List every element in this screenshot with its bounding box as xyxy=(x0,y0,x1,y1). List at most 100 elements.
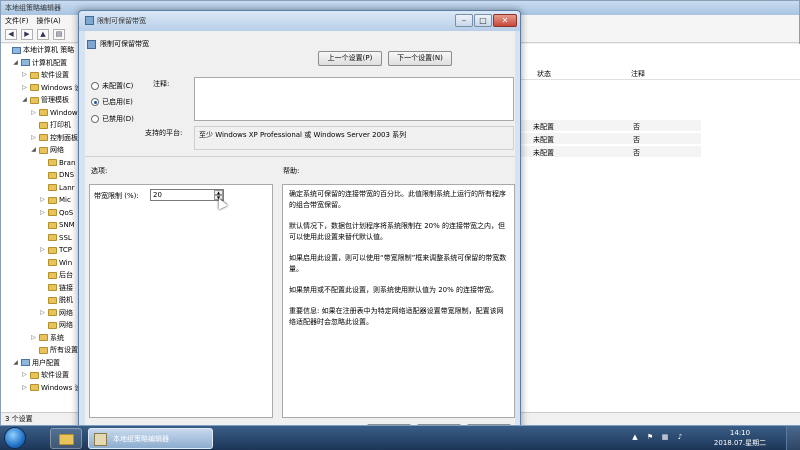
up-icon[interactable]: ▲ xyxy=(37,29,49,40)
forward-icon[interactable]: ▶ xyxy=(21,29,33,40)
tree-item-label: 链接 xyxy=(59,283,73,292)
tree-item[interactable]: ◢ 网络 xyxy=(1,144,80,157)
tree-item[interactable]: ▷ 软件设置 xyxy=(1,69,80,82)
expander-icon[interactable]: ▷ xyxy=(30,107,37,120)
show-tree-icon[interactable]: ▤ xyxy=(53,29,65,40)
radio-not-configured[interactable]: 未配置(C) xyxy=(91,81,133,91)
radio-enabled[interactable]: 已启用(E) xyxy=(91,97,133,107)
tree-item[interactable]: ◢ 用户配置 xyxy=(1,357,80,370)
table-row[interactable]: 未配置 否 xyxy=(521,120,701,132)
close-button[interactable]: ✕ xyxy=(493,14,517,27)
radio-circle[interactable] xyxy=(91,82,99,90)
volume-icon[interactable]: ♪ xyxy=(675,433,685,442)
folder-icon xyxy=(48,171,57,179)
tree-item[interactable]: DNS xyxy=(1,169,80,182)
tree-item[interactable]: ▷ TCP xyxy=(1,244,80,257)
expander-icon[interactable]: ◢ xyxy=(21,94,28,107)
tree-item[interactable]: ▷ 控制面板 xyxy=(1,132,80,145)
table-row[interactable]: 未配置 否 xyxy=(521,133,701,145)
tree-item[interactable]: ▷ Windows 设 xyxy=(1,382,80,395)
radio-circle[interactable] xyxy=(91,115,99,123)
tree-item[interactable]: 后台 xyxy=(1,269,80,282)
gpedit-taskbar-button[interactable]: 本地组策略编辑器 xyxy=(88,428,213,449)
tree-item[interactable]: SSL xyxy=(1,232,80,245)
tree-item[interactable]: 所有设置 xyxy=(1,344,80,357)
tree-item[interactable]: ▷ Mic xyxy=(1,194,80,207)
expander-icon[interactable]: ▷ xyxy=(39,307,46,320)
expander-icon[interactable]: ▷ xyxy=(21,82,28,95)
expander-icon[interactable]: ▷ xyxy=(21,69,28,82)
chevron-up-icon[interactable]: ▲ xyxy=(630,433,640,442)
dialog-titlebar[interactable]: 限制可保留带宽 – □ ✕ xyxy=(79,11,520,31)
expander-icon[interactable]: ◢ xyxy=(30,144,37,157)
tree-item[interactable]: SNM xyxy=(1,219,80,232)
bandwidth-input[interactable]: 20 xyxy=(150,189,224,201)
tree-item[interactable]: ▷ Window xyxy=(1,107,80,120)
tree-item[interactable]: Win xyxy=(1,257,80,270)
tree-item-label: 计算机配置 xyxy=(32,58,67,67)
tree-item-label: 系统 xyxy=(50,333,64,342)
tree-item-label: 控制面板 xyxy=(50,133,78,142)
mouse-cursor-icon xyxy=(214,196,228,210)
maximize-button[interactable]: □ xyxy=(474,14,492,27)
folder-icon xyxy=(39,146,48,154)
tree-item[interactable]: 打印机 xyxy=(1,119,80,132)
next-setting-button[interactable]: 下一个设置(N) xyxy=(388,51,452,66)
gpedit-icon xyxy=(94,433,107,446)
tree-item-label: DNS xyxy=(59,171,75,179)
computer-icon xyxy=(21,359,30,367)
explorer-taskbar-button[interactable] xyxy=(50,428,82,449)
expander-icon[interactable]: ◢ xyxy=(12,57,19,70)
tree-item[interactable]: ▷ 系统 xyxy=(1,332,80,345)
tree-item[interactable]: 网络 xyxy=(1,319,80,332)
column-state[interactable]: 状态 xyxy=(537,69,551,79)
folder-icon xyxy=(48,196,57,204)
column-note[interactable]: 注释 xyxy=(631,69,645,79)
tree-item[interactable]: ◢ 计算机配置 xyxy=(1,57,80,70)
help-paragraph: 默认情况下，数据包计划程序将系统限制在 20% 的连接带宽之内，但可以使用此设置… xyxy=(289,222,506,241)
tree-item[interactable]: 本地计算机 策略 xyxy=(1,44,80,57)
computer-icon xyxy=(12,46,21,54)
comment-field[interactable] xyxy=(194,77,514,121)
expander-icon[interactable]: ▷ xyxy=(39,194,46,207)
radio-circle[interactable] xyxy=(91,98,99,106)
tree-item[interactable]: ▷ 软件设置 xyxy=(1,369,80,382)
expander-icon[interactable]: ▷ xyxy=(30,132,37,145)
tree-item[interactable]: 脱机 xyxy=(1,294,80,307)
clock-time[interactable]: 14:10 xyxy=(710,429,770,437)
folder-icon xyxy=(39,334,48,342)
tree-item[interactable]: ▷ 网络 xyxy=(1,307,80,320)
policy-tree: 本地计算机 策略 ◢ 计算机配置 ▷ 软件设置 ▷ Windows 设 ◢ 管理模板 ▷ Windo… xyxy=(1,44,81,412)
expander-icon[interactable]: ▷ xyxy=(39,207,46,220)
expander-icon[interactable]: ▷ xyxy=(21,369,28,382)
tree-item[interactable]: ▷ Windows 设 xyxy=(1,82,80,95)
tree-item[interactable]: 链接 xyxy=(1,282,80,295)
minimize-button[interactable]: – xyxy=(455,14,473,27)
menu-action[interactable]: 操作(A) xyxy=(37,15,61,27)
network-icon[interactable]: ▦ xyxy=(660,433,670,442)
tree-item[interactable]: Lanr xyxy=(1,182,80,195)
expander-icon[interactable]: ◢ xyxy=(12,357,19,370)
tree-item[interactable]: ▷ QoS xyxy=(1,207,80,220)
show-desktop-button[interactable] xyxy=(786,426,800,450)
expander-icon[interactable]: ▷ xyxy=(21,382,28,395)
menu-file[interactable]: 文件(F) xyxy=(5,15,29,27)
tree-item-label: Bran xyxy=(59,158,76,167)
tree-item-label: 软件设置 xyxy=(41,71,69,79)
table-row[interactable]: 未配置 否 xyxy=(521,146,701,158)
expander-icon[interactable]: ▷ xyxy=(30,332,37,345)
tree-item-label: Windows 设 xyxy=(41,383,81,392)
tree-item-label: 网络 xyxy=(59,308,73,317)
back-icon[interactable]: ◀ xyxy=(5,29,17,40)
folder-icon xyxy=(48,321,57,329)
tree-item[interactable]: ◢ 管理模板 xyxy=(1,94,80,107)
expander-icon[interactable]: ▷ xyxy=(39,244,46,257)
folder-icon xyxy=(59,434,74,445)
supported-platforms: 至少 Windows XP Professional 或 Windows Ser… xyxy=(194,126,514,150)
tree-item[interactable]: Bran xyxy=(1,157,80,170)
radio-disabled[interactable]: 已禁用(D) xyxy=(91,114,134,124)
start-button[interactable] xyxy=(4,427,26,449)
flag-icon[interactable]: ⚑ xyxy=(645,433,655,442)
previous-setting-button[interactable]: 上一个设置(P) xyxy=(318,51,382,66)
clock-date[interactable]: 2018.07.星期二 xyxy=(710,438,770,448)
